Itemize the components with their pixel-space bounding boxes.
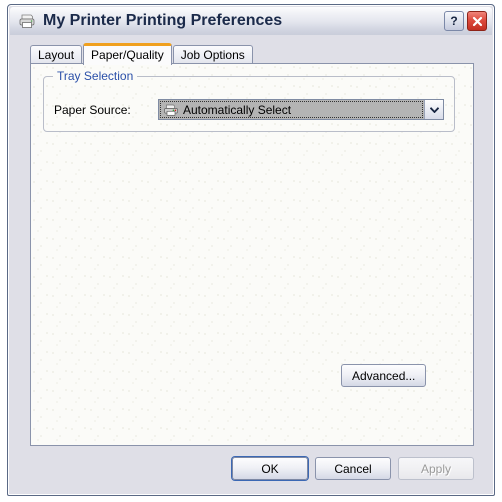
tray-selection-group: Tray Selection Paper Source: Automatical… [43,69,455,132]
printer-icon [19,14,35,28]
printer-icon [164,104,178,116]
apply-button: Apply [398,457,474,480]
title-bar[interactable]: My Printer Printing Preferences ? [10,7,492,35]
paper-source-row: Paper Source: Automatically Select [54,99,444,120]
tray-selection-group-title: Tray Selection [53,69,138,83]
ok-button[interactable]: OK [232,457,308,480]
paper-source-value-text: Automatically Select [183,102,292,117]
paper-source-combobox[interactable]: Automatically Select [158,99,444,120]
close-icon [472,16,482,26]
advanced-button[interactable]: Advanced... [341,364,427,387]
tab-panel-paper-quality: Tray Selection Paper Source: Automatical… [30,63,474,446]
paper-source-label: Paper Source: [54,102,131,117]
window-controls: ? [441,11,487,31]
dialog-footer: OK Cancel Apply [8,457,494,480]
close-button[interactable] [467,11,487,31]
printing-preferences-dialog: My Printer Printing Preferences ? Layout… [7,4,495,496]
tab-layout[interactable]: Layout [30,45,83,64]
tab-strip: Layout Paper/Quality Job Options [30,43,254,65]
help-button[interactable]: ? [444,11,464,31]
cancel-button[interactable]: Cancel [315,457,391,480]
tab-paper-quality[interactable]: Paper/Quality [83,43,172,65]
window-title: My Printer Printing Preferences [43,12,283,29]
tab-job-options[interactable]: Job Options [172,45,253,64]
paper-source-dropdown-button[interactable] [424,100,443,119]
paper-source-selected-value[interactable]: Automatically Select [159,100,424,119]
chevron-down-icon [429,106,439,113]
